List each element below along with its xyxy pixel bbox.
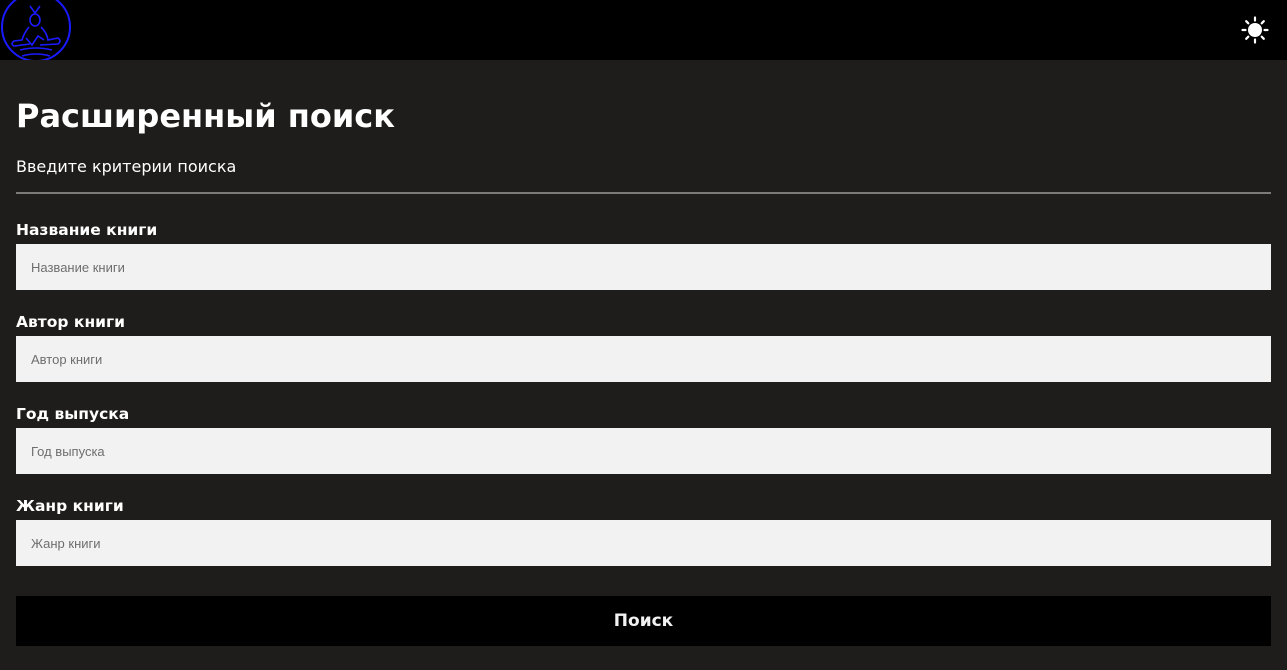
logo[interactable] (0, 0, 72, 62)
release-year-input[interactable] (16, 428, 1271, 474)
book-title-label: Название книги (16, 221, 158, 239)
book-genre-label: Жанр книги (16, 497, 124, 515)
top-bar (0, 0, 1287, 62)
book-title-input[interactable] (16, 244, 1271, 290)
theme-toggle-button[interactable] (1241, 16, 1269, 44)
book-genre-input[interactable] (16, 520, 1271, 566)
page-title: Расширенный поиск (16, 97, 395, 135)
book-author-input[interactable] (16, 336, 1271, 382)
release-year-label: Год выпуска (16, 405, 130, 423)
page-subtitle: Введите критерии поиска (16, 157, 237, 176)
search-button[interactable]: Поиск (16, 596, 1271, 646)
reader-with-book-logo-icon (1, 0, 71, 62)
book-author-label: Автор книги (16, 313, 125, 331)
sun-icon (1241, 16, 1269, 44)
divider (16, 192, 1271, 194)
